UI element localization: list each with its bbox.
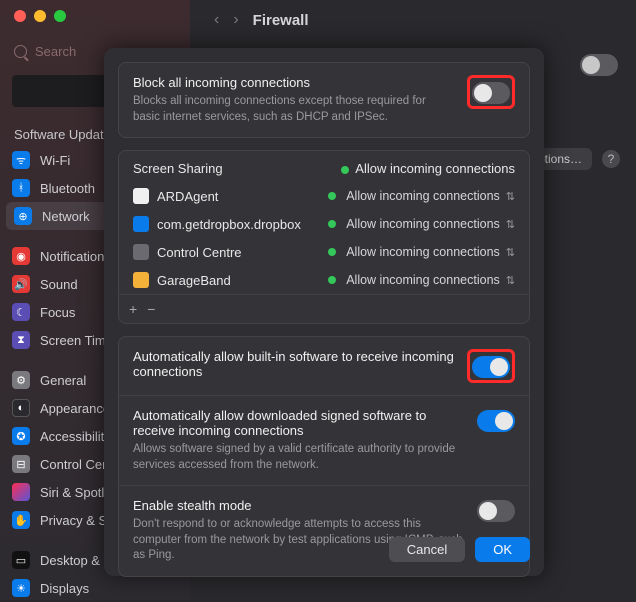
auto-signed-title: Automatically allow downloaded signed so… bbox=[133, 408, 465, 438]
display-icon: ☀ bbox=[12, 579, 30, 597]
app-row[interactable]: com.getdropbox.dropbox Allow incoming co… bbox=[119, 210, 529, 238]
app-row[interactable]: ARDAgent Allow incoming connections⇅ bbox=[119, 182, 529, 210]
zoom-window-button[interactable] bbox=[54, 10, 66, 22]
block-connections-desc: Blocks all incoming connections except t… bbox=[133, 94, 455, 125]
sliders-icon: ⊟ bbox=[12, 455, 30, 473]
appearance-icon: ◐ bbox=[12, 399, 30, 417]
bell-icon: ◉ bbox=[12, 247, 30, 265]
app-row[interactable]: GarageBand Allow incoming connections⇅ bbox=[119, 266, 529, 294]
forward-button[interactable]: › bbox=[233, 11, 238, 29]
help-button[interactable]: ? bbox=[602, 150, 620, 168]
stealth-toggle[interactable] bbox=[477, 500, 515, 522]
back-button[interactable]: ‹ bbox=[214, 11, 219, 29]
desktop-icon: ▭ bbox=[12, 551, 30, 569]
network-icon: ⊕ bbox=[14, 207, 32, 225]
hourglass-icon: ⧗ bbox=[12, 331, 30, 349]
stepper-icon[interactable]: ⇅ bbox=[506, 274, 515, 287]
app-icon bbox=[133, 272, 149, 288]
block-connections-title: Block all incoming connections bbox=[133, 75, 455, 90]
auto-signed-toggle[interactable] bbox=[477, 410, 515, 432]
auto-builtin-title: Automatically allow built-in software to… bbox=[133, 349, 455, 379]
siri-icon bbox=[12, 483, 30, 501]
status-dot-icon bbox=[328, 276, 336, 284]
wifi-icon: ᯤ bbox=[12, 151, 30, 169]
app-icon bbox=[133, 244, 149, 260]
highlight-box bbox=[467, 75, 515, 109]
block-connections-panel: Block all incoming connections Blocks al… bbox=[118, 62, 530, 138]
search-placeholder: Search bbox=[35, 44, 76, 59]
remove-app-button[interactable]: − bbox=[147, 301, 155, 317]
minimize-window-button[interactable] bbox=[34, 10, 46, 22]
stealth-title: Enable stealth mode bbox=[133, 498, 465, 513]
auto-builtin-toggle[interactable] bbox=[472, 356, 510, 378]
moon-icon: ☾ bbox=[12, 303, 30, 321]
app-icon bbox=[133, 216, 149, 232]
page-title: Firewall bbox=[253, 12, 309, 29]
titlebar: ‹ › Firewall bbox=[190, 0, 636, 40]
search-icon bbox=[14, 45, 27, 58]
firewall-toggle[interactable] bbox=[580, 54, 618, 76]
apps-header-left: Screen Sharing bbox=[133, 161, 223, 176]
stepper-icon[interactable]: ⇅ bbox=[506, 190, 515, 203]
apps-header-right: Allow incoming connections bbox=[355, 161, 515, 176]
auto-signed-desc: Allows software signed by a valid certif… bbox=[133, 442, 465, 473]
status-dot-icon bbox=[328, 248, 336, 256]
accessibility-icon: ✪ bbox=[12, 427, 30, 445]
window-traffic-lights bbox=[14, 10, 66, 22]
stepper-icon[interactable]: ⇅ bbox=[506, 246, 515, 259]
speaker-icon: 🔊 bbox=[12, 275, 30, 293]
status-dot-icon bbox=[341, 166, 349, 174]
status-dot-icon bbox=[328, 192, 336, 200]
highlight-box bbox=[467, 349, 515, 383]
close-window-button[interactable] bbox=[14, 10, 26, 22]
gear-icon: ⚙ bbox=[12, 371, 30, 389]
modal-footer: Cancel OK bbox=[389, 537, 530, 562]
hand-icon: ✋ bbox=[12, 511, 30, 529]
apps-list-panel: Screen Sharing Allow incoming connection… bbox=[118, 150, 530, 324]
stepper-icon[interactable]: ⇅ bbox=[506, 218, 515, 231]
app-icon bbox=[133, 188, 149, 204]
add-app-button[interactable]: + bbox=[129, 301, 137, 317]
block-connections-toggle[interactable] bbox=[472, 82, 510, 104]
firewall-master-toggle-row bbox=[580, 54, 618, 76]
app-row[interactable]: Control Centre Allow incoming connection… bbox=[119, 238, 529, 266]
sidebar-item-displays[interactable]: ☀Displays bbox=[0, 574, 190, 602]
status-dot-icon bbox=[328, 220, 336, 228]
cancel-button[interactable]: Cancel bbox=[389, 537, 465, 562]
bluetooth-icon: ᚼ bbox=[12, 179, 30, 197]
firewall-options-modal: Block all incoming connections Blocks al… bbox=[104, 48, 544, 576]
ok-button[interactable]: OK bbox=[475, 537, 530, 562]
